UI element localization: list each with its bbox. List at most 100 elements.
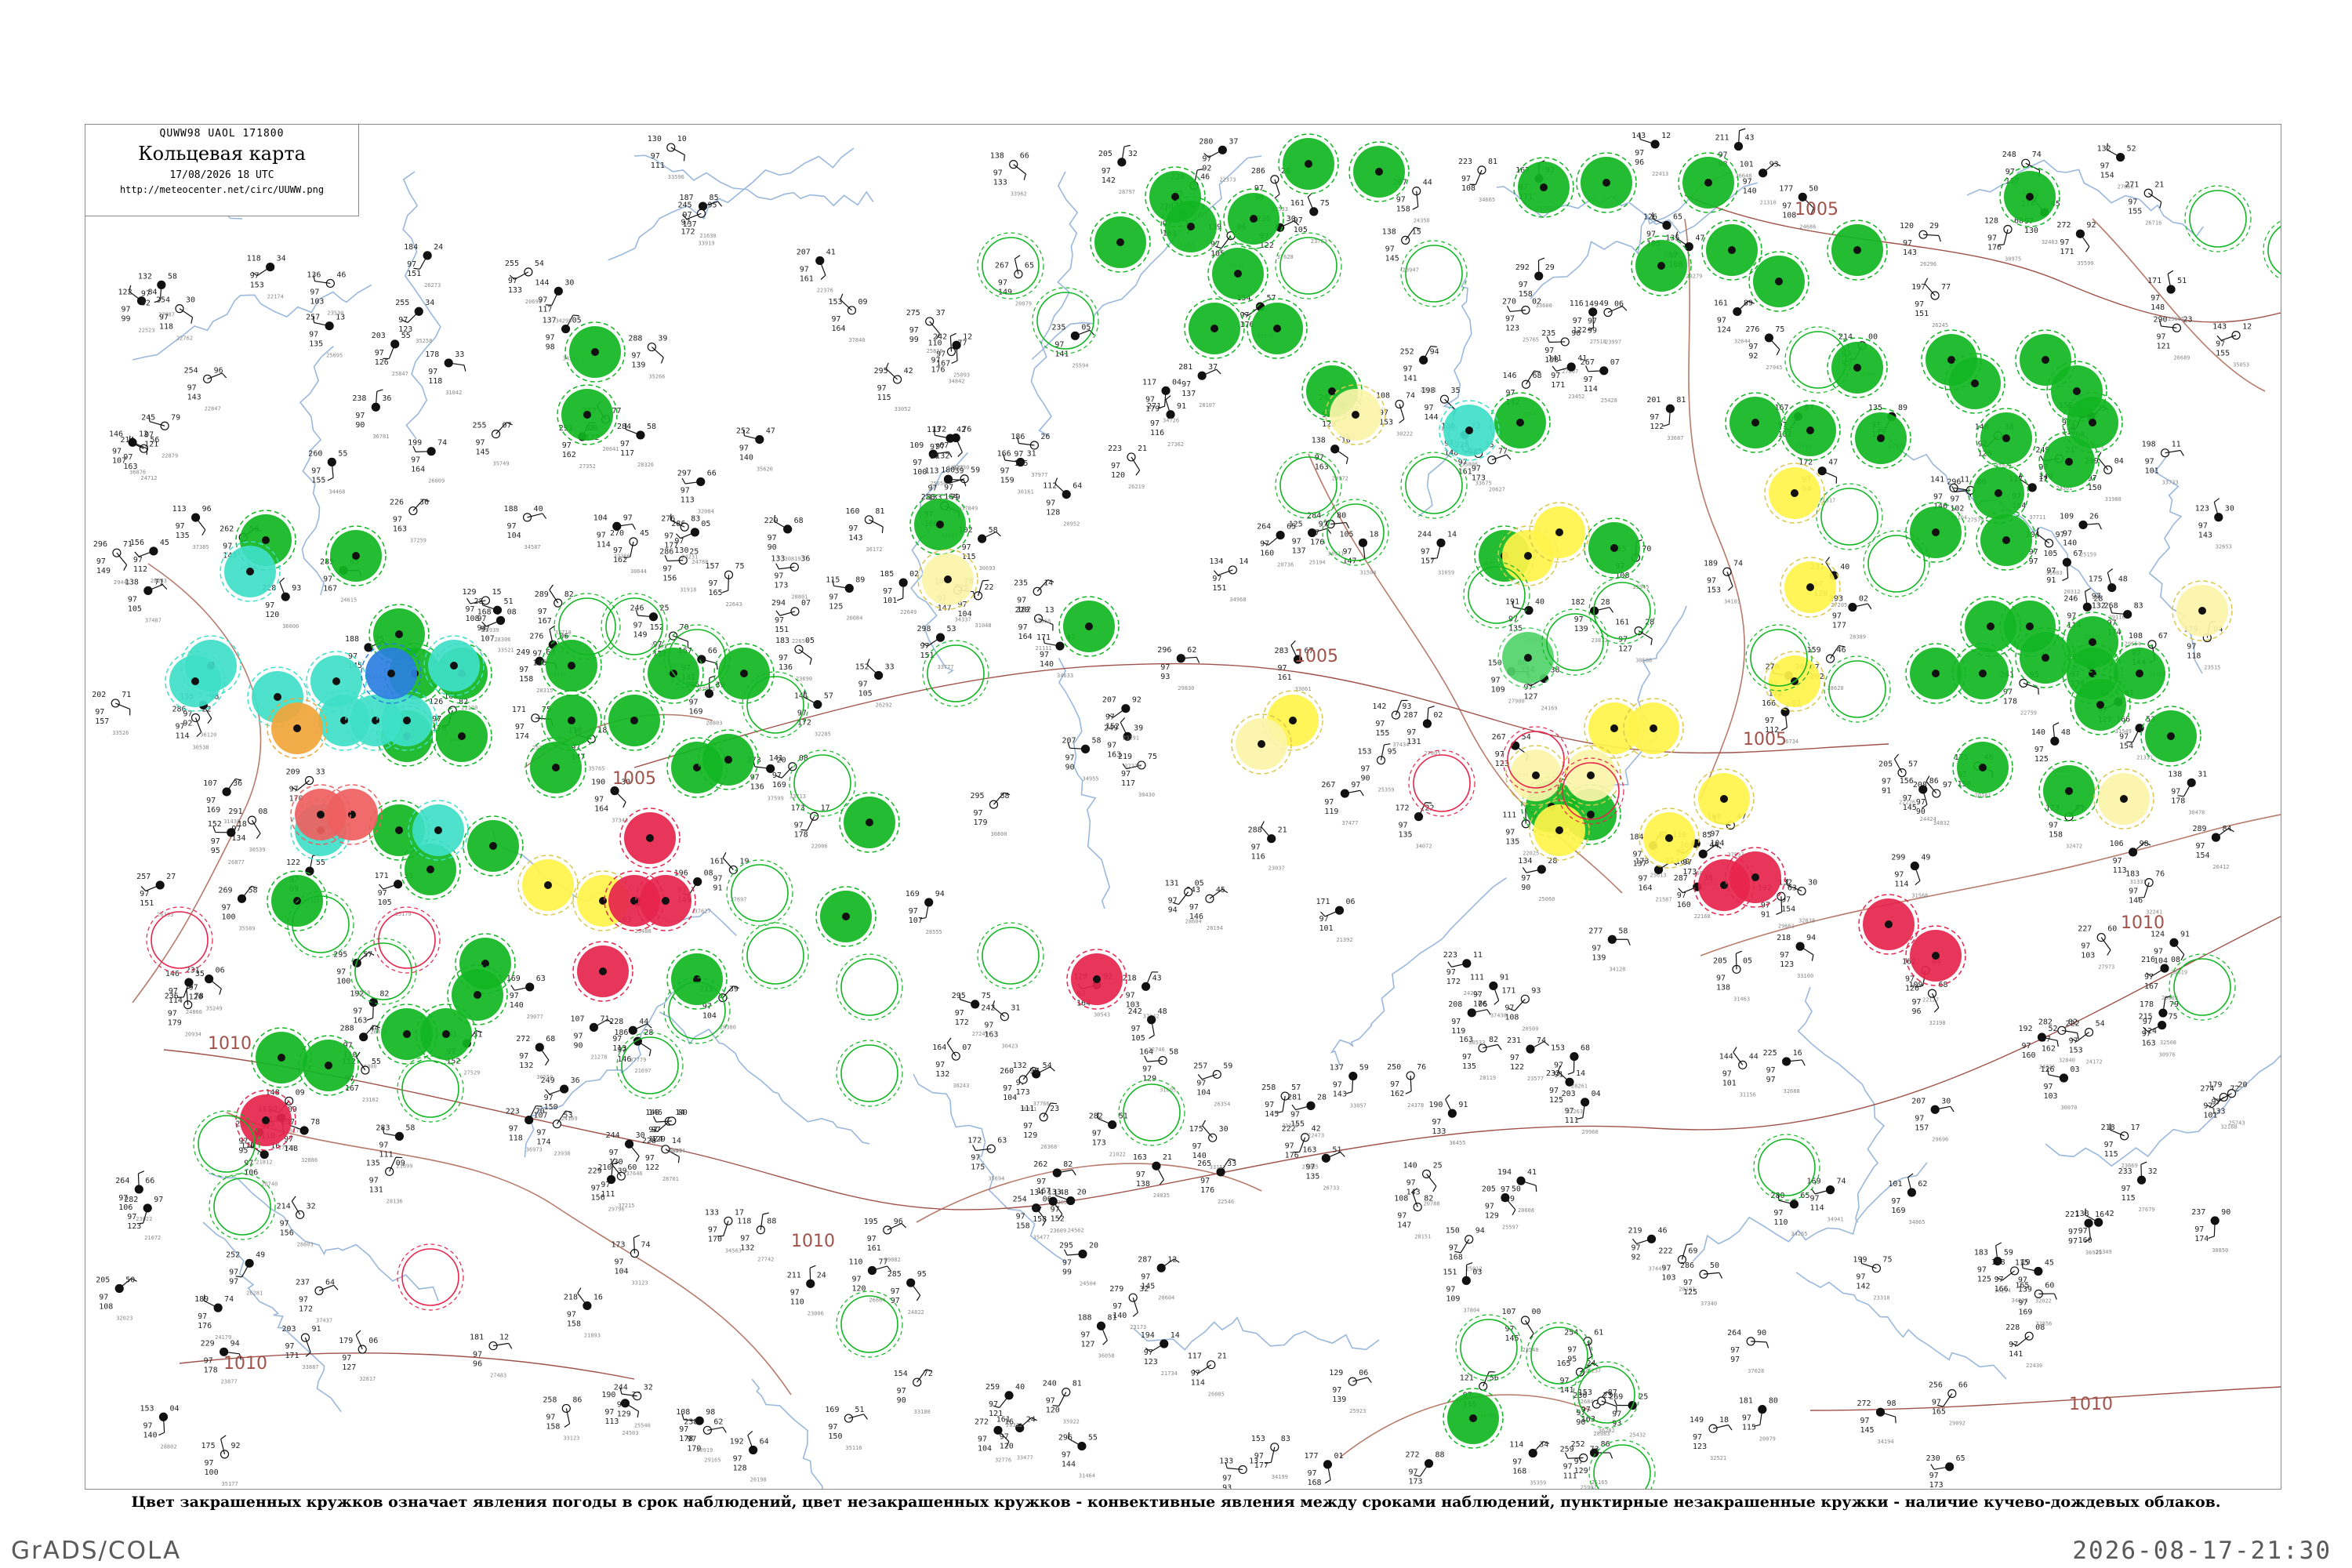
svg-text:97: 97 xyxy=(204,1356,213,1365)
svg-text:281: 281 xyxy=(1178,363,1192,372)
svg-text:126: 126 xyxy=(375,358,389,367)
svg-text:28119: 28119 xyxy=(1479,1075,1496,1081)
svg-text:97: 97 xyxy=(99,1293,108,1301)
svg-text:101: 101 xyxy=(2145,467,2159,476)
svg-text:295: 295 xyxy=(874,367,888,376)
weather-circles-layer xyxy=(146,133,2281,1489)
svg-text:135: 135 xyxy=(309,340,323,349)
svg-text:34563: 34563 xyxy=(725,1247,742,1254)
weather-circle-filled xyxy=(1827,220,1888,281)
svg-text:97: 97 xyxy=(1551,372,1560,380)
svg-text:92: 92 xyxy=(1202,164,1211,172)
svg-text:135: 135 xyxy=(366,1159,380,1167)
svg-text:154: 154 xyxy=(1781,906,1795,914)
svg-text:111: 111 xyxy=(1470,973,1484,982)
map-url[interactable]: http://meteocenter.net/circ/UUWW.png xyxy=(85,184,358,195)
river xyxy=(1030,171,1079,437)
svg-text:134: 134 xyxy=(1209,557,1223,566)
svg-text:36282: 36282 xyxy=(1599,1428,1615,1434)
svg-text:153: 153 xyxy=(1251,1435,1265,1443)
svg-text:245: 245 xyxy=(141,413,155,422)
svg-text:173: 173 xyxy=(1092,1139,1106,1148)
isobar-label: 1010 xyxy=(2121,913,2165,933)
svg-text:78: 78 xyxy=(194,993,204,1001)
weather-circle-filled xyxy=(1443,1388,1504,1449)
station-plot: 129 069713925923 xyxy=(1329,1369,1372,1414)
svg-text:24: 24 xyxy=(1026,1415,1036,1424)
svg-text:97: 97 xyxy=(1202,154,1211,163)
svg-text:97: 97 xyxy=(1510,1054,1519,1062)
svg-text:66: 66 xyxy=(1958,1381,1968,1389)
svg-text:08: 08 xyxy=(258,808,267,816)
svg-text:30: 30 xyxy=(636,1131,645,1140)
weather-circle-outline xyxy=(1032,287,1099,354)
svg-text:97: 97 xyxy=(2156,332,2165,341)
svg-text:141: 141 xyxy=(1054,350,1069,358)
svg-text:97: 97 xyxy=(1505,315,1515,324)
river xyxy=(751,1378,823,1489)
station-plot: 205 059713831463 xyxy=(1713,950,1752,1002)
station-plot: 237 909717430850 xyxy=(2191,1208,2230,1254)
svg-text:35765: 35765 xyxy=(588,766,604,772)
svg-text:110: 110 xyxy=(1773,1218,1788,1227)
svg-text:118: 118 xyxy=(247,255,261,263)
svg-text:286: 286 xyxy=(1680,1261,1694,1270)
svg-text:40: 40 xyxy=(534,505,543,514)
svg-text:158: 158 xyxy=(1033,1215,1047,1224)
station-plot: 252 49979726281 xyxy=(226,1250,265,1296)
svg-text:118: 118 xyxy=(737,1218,751,1226)
svg-text:44: 44 xyxy=(639,1018,648,1026)
svg-text:107: 107 xyxy=(570,1014,584,1023)
svg-text:51: 51 xyxy=(503,597,513,606)
station-plot: 134 149715134968 xyxy=(1209,557,1248,603)
svg-text:150: 150 xyxy=(828,1432,842,1441)
svg-text:97: 97 xyxy=(867,1235,877,1243)
svg-text:150: 150 xyxy=(544,1103,558,1112)
svg-text:167: 167 xyxy=(323,585,337,593)
svg-text:98: 98 xyxy=(546,343,555,352)
svg-text:97: 97 xyxy=(998,279,1007,288)
svg-text:25432: 25432 xyxy=(1629,1432,1646,1439)
svg-text:37477: 37477 xyxy=(1341,820,1358,826)
svg-text:104: 104 xyxy=(2154,956,2168,965)
svg-text:97: 97 xyxy=(140,890,149,898)
svg-text:41: 41 xyxy=(1527,1168,1537,1177)
svg-text:143: 143 xyxy=(187,393,201,401)
svg-text:132: 132 xyxy=(519,1062,533,1070)
svg-text:31048: 31048 xyxy=(975,622,992,629)
svg-text:176: 176 xyxy=(1285,1152,1299,1160)
svg-text:34072: 34072 xyxy=(1416,844,1432,850)
svg-text:235: 235 xyxy=(1014,579,1028,587)
weather-circle-filled xyxy=(1968,463,2029,524)
svg-text:30588: 30588 xyxy=(1635,658,1652,664)
svg-text:23515: 23515 xyxy=(2204,665,2220,671)
isobar-label: 1005 xyxy=(1294,647,1338,666)
svg-text:97: 97 xyxy=(913,459,922,467)
station-plot: 282 519717321022 xyxy=(1089,1112,1128,1158)
svg-text:165: 165 xyxy=(2015,1281,2029,1290)
svg-text:97: 97 xyxy=(1512,1458,1522,1467)
station-plot: 287 029713127805 xyxy=(1403,706,1443,757)
svg-text:06: 06 xyxy=(368,1337,378,1345)
svg-text:169: 169 xyxy=(2018,1308,2032,1316)
svg-text:96: 96 xyxy=(1635,158,1644,167)
svg-text:28107: 28107 xyxy=(1199,402,1215,408)
svg-text:22373: 22373 xyxy=(1219,176,1236,183)
svg-text:140: 140 xyxy=(1743,187,1757,196)
svg-text:97: 97 xyxy=(1200,1177,1210,1185)
svg-text:97: 97 xyxy=(1126,991,1135,1000)
svg-text:97: 97 xyxy=(96,557,106,566)
svg-text:179: 179 xyxy=(168,1019,182,1028)
weather-circle-outline xyxy=(1400,452,1468,519)
svg-text:97: 97 xyxy=(508,277,517,285)
svg-text:17: 17 xyxy=(2131,1123,2140,1132)
svg-text:194: 194 xyxy=(1141,1331,1155,1340)
svg-text:59: 59 xyxy=(1223,1062,1232,1070)
svg-text:97: 97 xyxy=(1722,1069,1732,1078)
svg-text:26219: 26219 xyxy=(1128,484,1145,490)
river xyxy=(208,1172,439,1301)
svg-text:02: 02 xyxy=(2068,1018,2078,1026)
svg-text:126: 126 xyxy=(1643,212,1657,221)
svg-text:97: 97 xyxy=(280,1219,289,1228)
svg-text:97: 97 xyxy=(2211,1098,2220,1107)
